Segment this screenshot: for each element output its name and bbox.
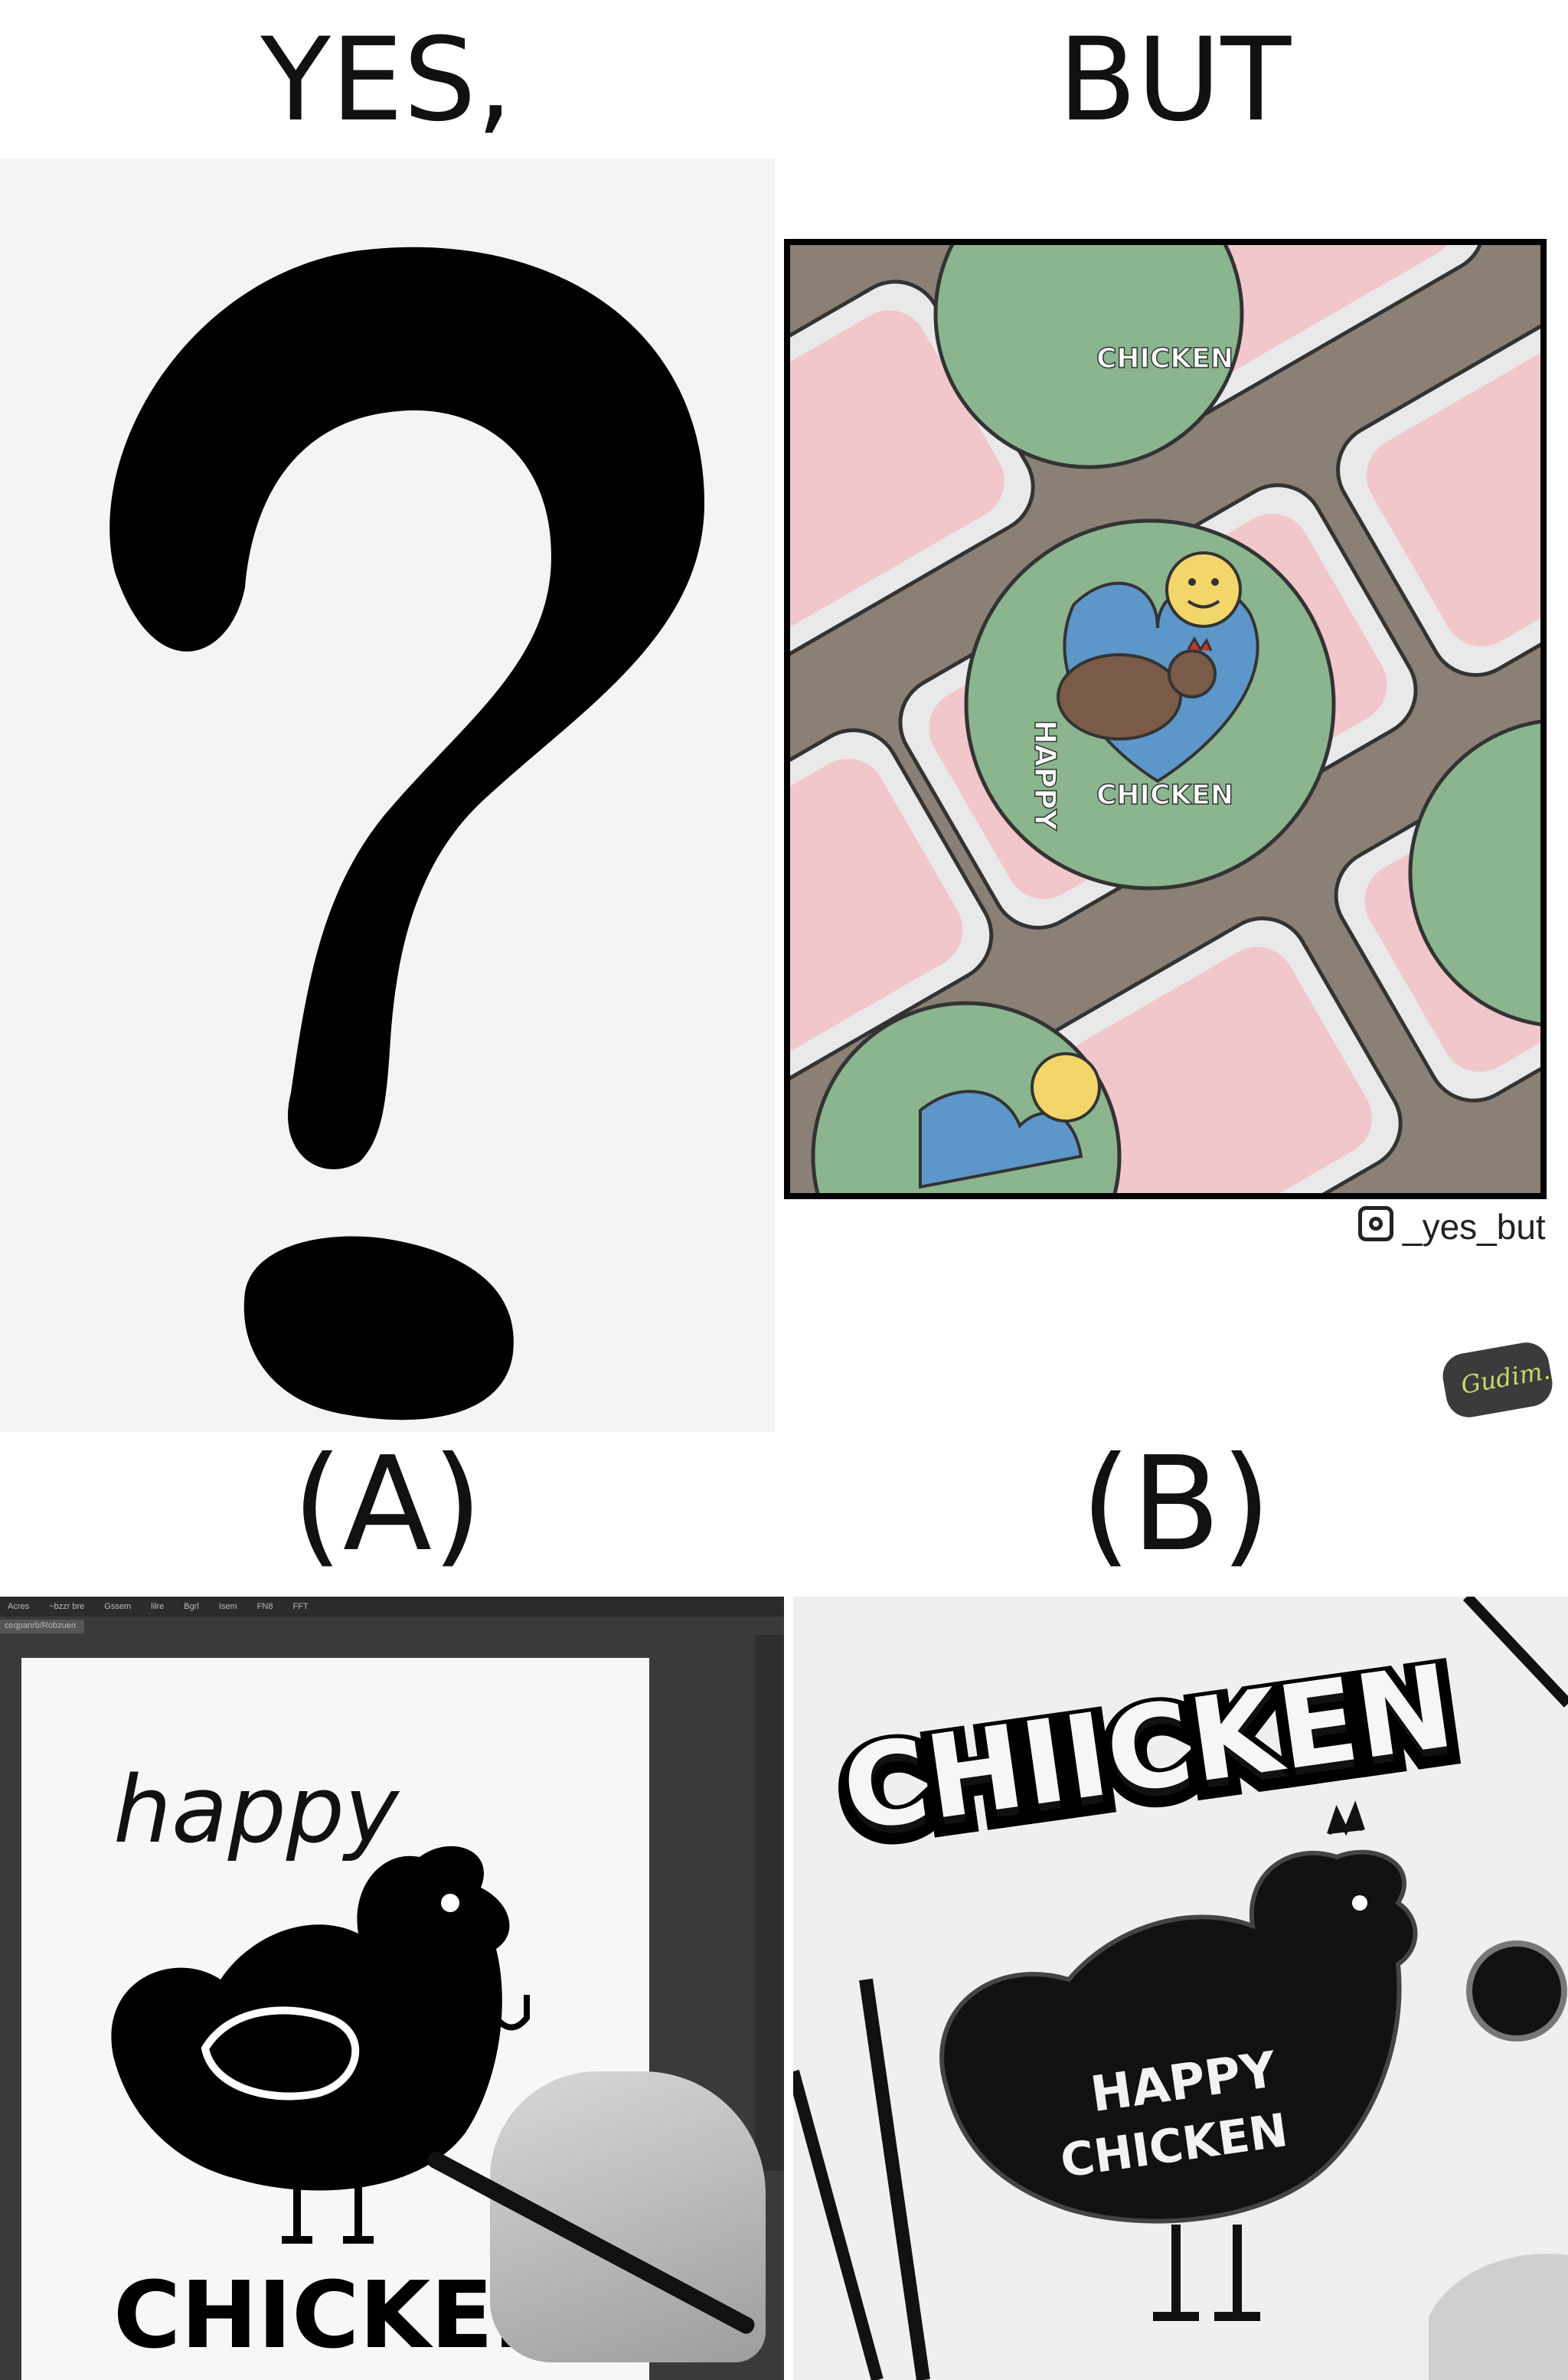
script-word-happy: happy: [113, 1757, 400, 1864]
question-mark-icon: [109, 247, 704, 1420]
papercraft-logo: CHIICKEN CHIICKEN HAPPY CHICKEN: [793, 1597, 1568, 2380]
menu-item[interactable]: Isem: [219, 1602, 237, 1611]
option-a-label: (A): [292, 1429, 483, 1581]
comic-panel: HAPPY CHICKEN CHICKEN: [784, 239, 1547, 1199]
signature-text: Gudim.: [1459, 1355, 1553, 1401]
credit-handle: _yes_but: [1403, 1207, 1546, 1247]
heading-but: BUT: [1057, 14, 1292, 147]
papercraft-panel: CHIICKEN CHIICKEN HAPPY CHICKEN: [793, 1597, 1568, 2380]
instagram-icon: [1358, 1206, 1393, 1241]
menu-item[interactable]: FFT: [292, 1602, 308, 1611]
document-tab[interactable]: ceqpanrb/Robzuen: [0, 1620, 84, 1633]
menu-item[interactable]: Acres: [8, 1602, 29, 1611]
menu-item[interactable]: Bgrl: [184, 1602, 199, 1611]
heading-yes: YES,: [260, 14, 513, 147]
menu-bar: Acres ~bzzr bre Gssem lilre Bgrl Isem FN8 FFT: [0, 1597, 784, 1617]
menu-item[interactable]: lilre: [151, 1602, 164, 1611]
badge-text-chicken: CHICKEN: [1096, 780, 1233, 811]
packaged-chicken-illustration: HAPPY CHICKEN CHICKEN: [790, 245, 1540, 1193]
menu-item[interactable]: FN8: [257, 1602, 273, 1611]
option-b-label: (B): [1080, 1429, 1272, 1581]
question-mark-panel: [0, 159, 775, 1432]
badge-text-chicken-top: CHICKEN: [1096, 343, 1233, 374]
tool-panel: [755, 1635, 784, 2171]
signature-badge: Gudim.: [1439, 1339, 1557, 1421]
menu-item[interactable]: Gssem: [104, 1602, 131, 1611]
menu-item[interactable]: ~bzzr bre: [49, 1602, 84, 1611]
badge-text-happy: HAPPY: [1028, 720, 1062, 831]
design-app-panel: Acres ~bzzr bre Gssem lilre Bgrl Isem FN8 FFT c…: [0, 1597, 784, 2380]
document-tab-label: ceqpanrb/Robzuen: [5, 1621, 76, 1630]
